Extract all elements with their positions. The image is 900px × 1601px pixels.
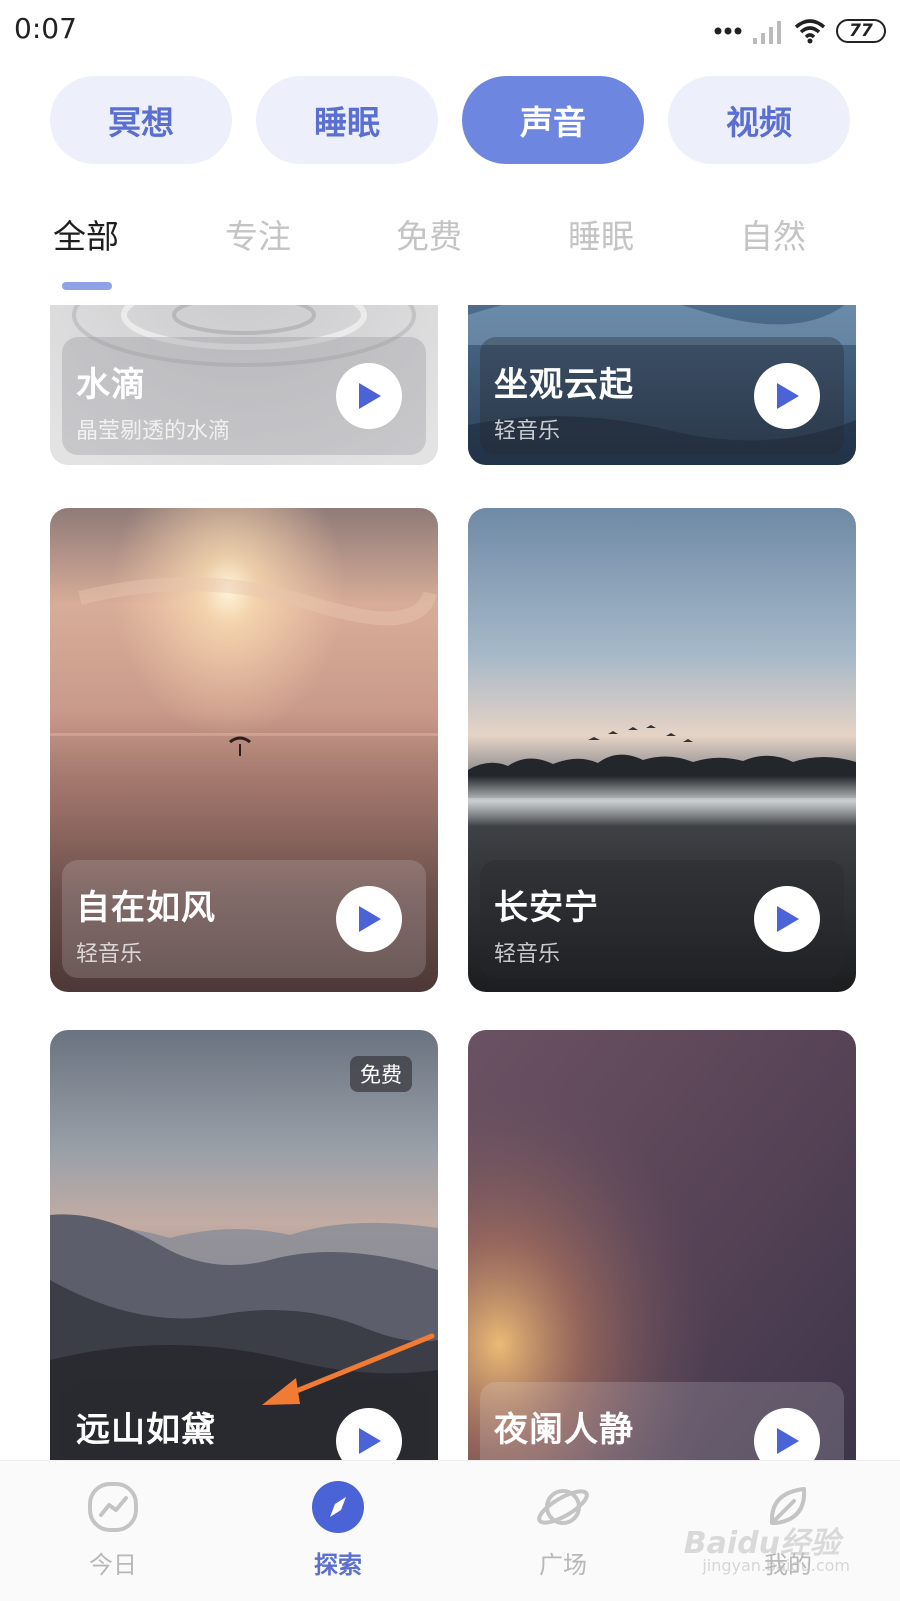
- wifi-icon: [794, 19, 826, 44]
- nav-item-today[interactable]: 今日: [53, 1479, 173, 1580]
- category-tabs: 冥想 睡眠 声音 视频: [50, 76, 850, 164]
- filter-tabs: 全部 专注 免费 睡眠 自然: [50, 210, 870, 270]
- compass-icon: [312, 1481, 364, 1533]
- filter-tab-indicator: [62, 282, 112, 290]
- more-dots-icon: [714, 27, 742, 35]
- card-subtitle: 轻音乐: [76, 942, 143, 967]
- filter-tab-free[interactable]: 免费: [396, 210, 462, 258]
- play-button[interactable]: [336, 886, 402, 952]
- nav-label: 探索: [314, 1551, 362, 1579]
- nav-item-explore[interactable]: 探索: [278, 1479, 398, 1580]
- sound-card-grid: 水滴 晶莹剔透的水滴 坐观云起 轻音乐 自在如风 轻音乐 长安宁 轻音乐 免费 …: [0, 305, 900, 1460]
- filter-tab-focus[interactable]: 专注: [225, 210, 291, 258]
- play-icon: [777, 383, 799, 409]
- card-subtitle: 轻音乐: [494, 419, 561, 444]
- play-icon: [777, 906, 799, 932]
- free-badge: 免费: [350, 1056, 412, 1092]
- card-title: 自在如风: [76, 888, 216, 928]
- status-bar: 0:07 77: [0, 0, 900, 60]
- play-button[interactable]: [336, 1408, 402, 1460]
- play-button[interactable]: [336, 363, 402, 429]
- tab-sleep[interactable]: 睡眠: [256, 76, 438, 164]
- sound-card-night-glow[interactable]: 夜阑人静: [468, 1030, 856, 1460]
- card-title: 长安宁: [494, 888, 599, 928]
- status-icons: 77: [714, 14, 886, 48]
- play-icon: [359, 383, 381, 409]
- sound-card-sunset-sea[interactable]: 自在如风 轻音乐: [50, 508, 438, 992]
- nav-label: 今日: [89, 1551, 137, 1579]
- play-icon: [359, 906, 381, 932]
- annotation-arrow-icon: [262, 1333, 435, 1405]
- sound-card-clouds[interactable]: 坐观云起 轻音乐: [468, 305, 856, 465]
- play-button[interactable]: [754, 886, 820, 952]
- card-info-panel: 自在如风 轻音乐: [62, 860, 426, 978]
- card-subtitle: 轻音乐: [494, 942, 561, 967]
- card-subtitle: 晶莹剔透的水滴: [76, 419, 231, 444]
- tab-video[interactable]: 视频: [668, 76, 850, 164]
- filter-tab-all[interactable]: 全部: [53, 210, 119, 258]
- nav-label: 广场: [539, 1551, 587, 1579]
- card-title: 水滴: [76, 365, 146, 405]
- signal-icon: [753, 21, 781, 44]
- play-button[interactable]: [754, 363, 820, 429]
- nav-item-square[interactable]: 广场: [503, 1479, 623, 1580]
- battery-indicator: 77: [836, 19, 886, 43]
- play-button[interactable]: [754, 1408, 820, 1460]
- card-title: 远山如黛: [76, 1410, 216, 1450]
- card-info-panel: 坐观云起 轻音乐: [480, 337, 844, 455]
- play-icon: [359, 1428, 381, 1454]
- tab-meditation[interactable]: 冥想: [50, 76, 232, 164]
- card-title: 坐观云起: [494, 365, 634, 405]
- status-time: 0:07: [14, 12, 77, 45]
- sound-card-misty-treeline[interactable]: 长安宁 轻音乐: [468, 508, 856, 992]
- sound-card-water-drop[interactable]: 水滴 晶莹剔透的水滴: [50, 305, 438, 465]
- watermark-url: jingyan.baidu.com: [702, 1556, 850, 1575]
- card-title: 夜阑人静: [494, 1410, 634, 1450]
- card-info-panel: 长安宁 轻音乐: [480, 860, 844, 978]
- card-info-panel: 水滴 晶莹剔透的水滴: [62, 337, 426, 455]
- filter-tab-sleep[interactable]: 睡眠: [568, 210, 634, 258]
- planet-icon: [537, 1489, 589, 1525]
- play-icon: [777, 1428, 799, 1454]
- trend-icon: [88, 1482, 138, 1532]
- card-info-panel: 夜阑人静: [480, 1382, 844, 1460]
- tab-sound[interactable]: 声音: [462, 76, 644, 164]
- filter-tab-nature[interactable]: 自然: [740, 210, 806, 258]
